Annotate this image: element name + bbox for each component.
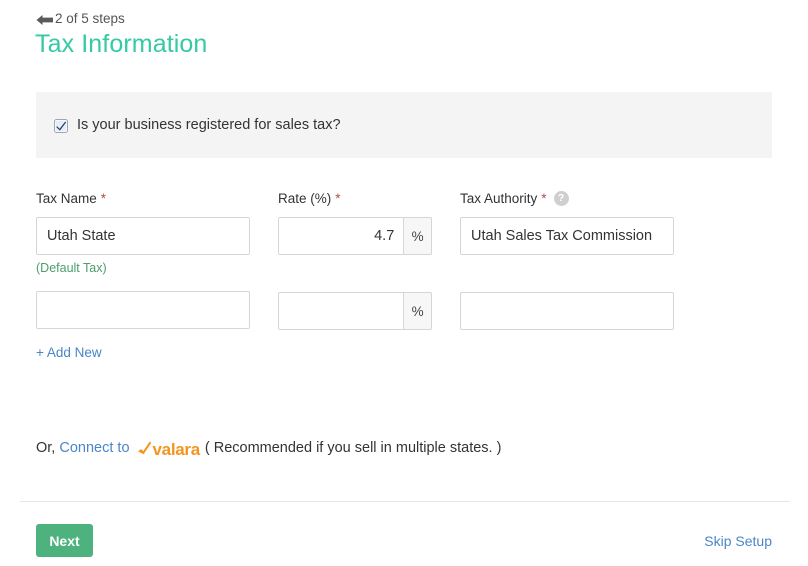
avalara-logo[interactable]: valara — [137, 439, 200, 457]
tax-rate-group-row-2: % — [278, 292, 432, 330]
avalara-a-mark-icon — [137, 440, 152, 458]
tax-authority-input-row-1[interactable] — [460, 217, 674, 255]
tax-name-label: Tax Name * — [36, 190, 250, 207]
tax-rate-column: Rate (%) * % % — [278, 190, 432, 330]
required-marker: * — [335, 190, 340, 207]
tax-authority-input-row-2[interactable] — [460, 292, 674, 330]
avalara-connect-row: Or, Connect to valara ( Recommended if y… — [36, 438, 501, 458]
step-indicator[interactable]: 2 of 5 steps — [36, 10, 125, 28]
avalara-wordmark: valara — [153, 441, 200, 458]
tax-rate-input-row-2[interactable] — [278, 292, 403, 330]
percent-addon: % — [403, 217, 432, 255]
sales-tax-registration-label: Is your business registered for sales ta… — [77, 116, 341, 134]
required-marker: * — [101, 190, 106, 207]
avalara-prefix-text: Or, — [36, 438, 55, 458]
step-indicator-label: 2 of 5 steps — [55, 11, 125, 27]
next-button[interactable]: Next — [36, 524, 93, 557]
default-tax-note: (Default Tax) — [36, 260, 250, 276]
connect-to-avalara-link[interactable]: Connect to — [59, 438, 129, 458]
page-title: Tax Information — [35, 28, 207, 60]
tax-authority-column: Tax Authority * ? — [460, 190, 674, 330]
footer-divider — [20, 501, 790, 502]
sales-tax-registration-banner: Is your business registered for sales ta… — [36, 92, 772, 158]
tax-rate-label-text: Rate (%) — [278, 190, 331, 207]
tax-rate-label: Rate (%) * — [278, 190, 432, 207]
checked-checkbox-icon[interactable] — [54, 119, 68, 133]
skip-setup-link[interactable]: Skip Setup — [704, 532, 772, 550]
tax-rate-input-row-1[interactable] — [278, 217, 403, 255]
tax-authority-label-text: Tax Authority — [460, 190, 537, 207]
tax-rate-group-row-1: % — [278, 217, 432, 255]
tax-name-input-row-1[interactable] — [36, 217, 250, 255]
tax-name-column: Tax Name * (Default Tax) — [36, 190, 250, 329]
tax-name-input-row-2[interactable] — [36, 291, 250, 329]
required-marker: * — [541, 190, 546, 207]
percent-addon: % — [403, 292, 432, 330]
help-circle-icon[interactable]: ? — [554, 191, 569, 206]
tax-name-label-text: Tax Name — [36, 190, 97, 207]
avalara-suffix-text: ( Recommended if you sell in multiple st… — [205, 438, 502, 458]
tax-authority-label: Tax Authority * ? — [460, 190, 674, 207]
sales-tax-registration-row[interactable]: Is your business registered for sales ta… — [54, 116, 341, 134]
back-arrow-icon[interactable] — [36, 13, 54, 27]
add-new-tax-link[interactable]: + Add New — [36, 344, 102, 361]
